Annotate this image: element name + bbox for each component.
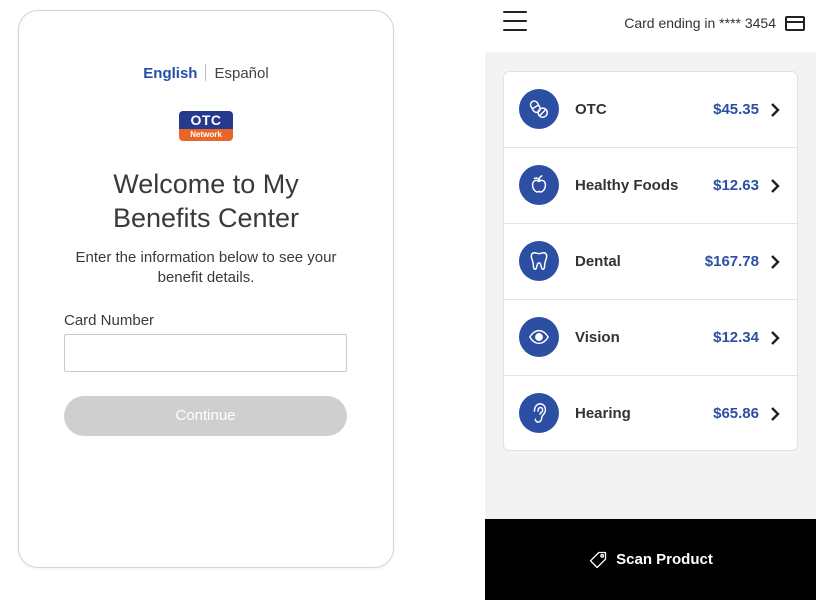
chevron-right-icon — [771, 103, 780, 117]
hamburger-menu-icon[interactable] — [503, 11, 527, 33]
chevron-right-icon — [771, 255, 780, 269]
language-divider — [205, 64, 207, 81]
language-espanol-link[interactable]: Español — [214, 65, 268, 82]
logo-network-text: Network — [179, 129, 233, 141]
ear-icon — [519, 393, 559, 433]
benefit-row-hearing[interactable]: Hearing $65.86 — [504, 376, 797, 450]
benefit-row-vision[interactable]: Vision $12.34 — [504, 300, 797, 376]
pills-icon — [519, 89, 559, 129]
eye-icon — [519, 317, 559, 357]
benefits-list: OTC $45.35 Healthy Foods $12.63 Dental $… — [503, 71, 798, 451]
language-english-link[interactable]: English — [143, 65, 197, 82]
benefit-amount: $167.78 — [704, 253, 759, 270]
language-switch: English Español — [19, 64, 393, 84]
card-ending-text: Card ending in **** 3454 — [624, 15, 776, 31]
scan-product-label: Scan Product — [616, 551, 713, 568]
chevron-right-icon — [771, 179, 780, 193]
benefit-row-dental[interactable]: Dental $167.78 — [504, 224, 797, 300]
benefit-row-otc[interactable]: OTC $45.35 — [504, 72, 797, 148]
benefit-amount: $12.63 — [713, 177, 759, 194]
card-number-input[interactable] — [64, 334, 347, 372]
benefit-row-healthy-foods[interactable]: Healthy Foods $12.63 — [504, 148, 797, 224]
login-card: English Español OTC Network Welcome to My… — [18, 10, 394, 568]
tag-icon — [589, 551, 607, 568]
benefit-name: Hearing — [575, 405, 631, 422]
benefit-amount: $45.35 — [713, 101, 759, 118]
scan-product-button[interactable]: Scan Product — [485, 519, 816, 600]
welcome-title: Welcome to My Benefits Center — [112, 169, 300, 233]
continue-button[interactable]: Continue — [64, 396, 347, 436]
welcome-subtitle: Enter the information below to see your … — [75, 249, 337, 286]
benefit-name: Dental — [575, 253, 621, 270]
tooth-icon — [519, 241, 559, 281]
benefit-amount: $12.34 — [713, 329, 759, 346]
card-number-label: Card Number — [64, 312, 155, 329]
credit-card-icon[interactable] — [785, 16, 805, 31]
benefit-amount: $65.86 — [713, 405, 759, 422]
app-header: Card ending in **** 3454 — [485, 0, 816, 52]
otc-network-logo: OTC Network — [179, 111, 233, 141]
apple-icon — [519, 165, 559, 205]
benefits-app: Card ending in **** 3454 OTC $45.35 Heal… — [485, 0, 816, 600]
chevron-right-icon — [771, 407, 780, 421]
chevron-right-icon — [771, 331, 780, 345]
benefit-name: Healthy Foods — [575, 177, 679, 194]
benefit-name: OTC — [575, 101, 607, 118]
benefit-name: Vision — [575, 329, 620, 346]
logo-otc-text: OTC — [179, 111, 233, 129]
